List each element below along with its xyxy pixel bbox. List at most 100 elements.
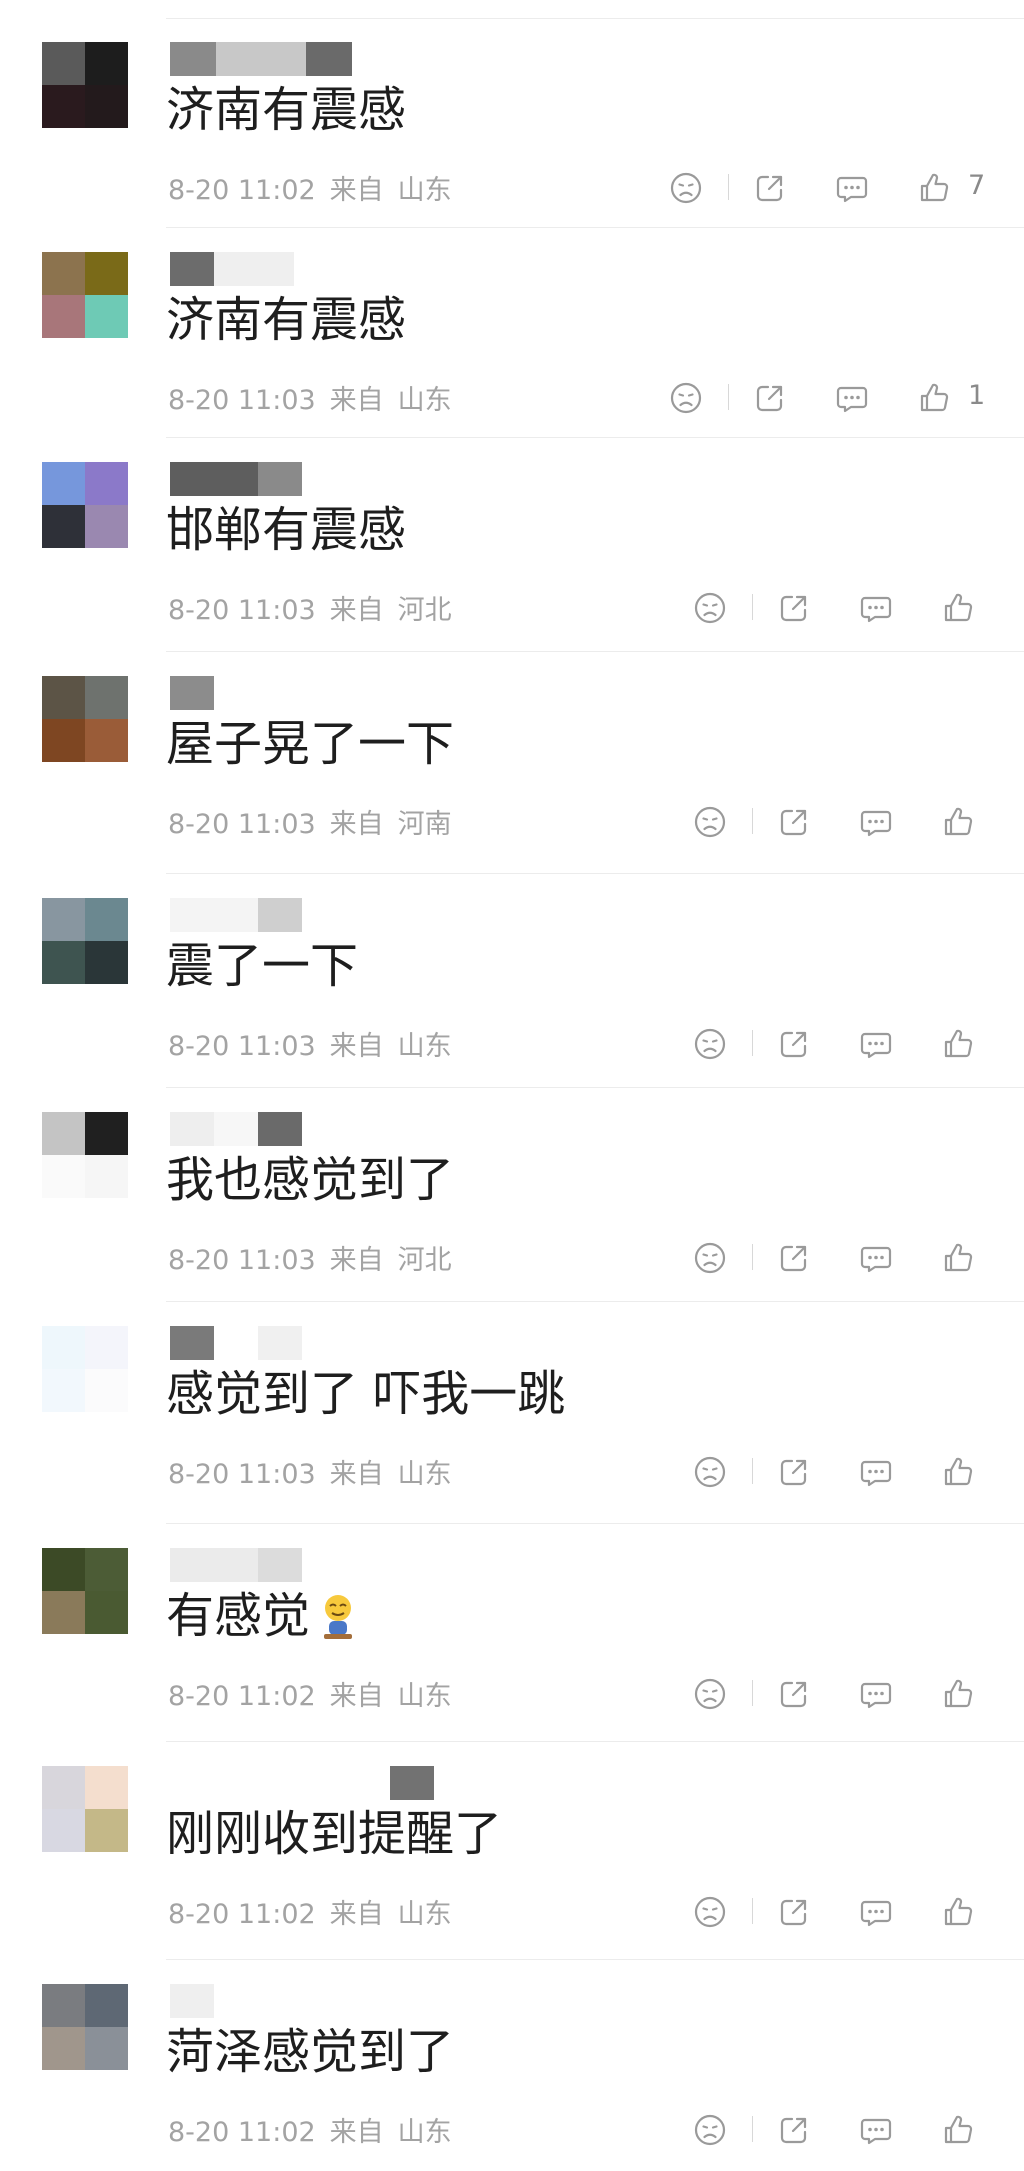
avatar[interactable] bbox=[42, 1326, 128, 1412]
avatar[interactable] bbox=[42, 898, 128, 984]
reply-icon[interactable] bbox=[856, 802, 896, 842]
username-blurred[interactable] bbox=[170, 1766, 434, 1800]
reply-icon[interactable] bbox=[856, 2110, 896, 2150]
avatar[interactable] bbox=[42, 676, 128, 762]
like-icon[interactable] bbox=[938, 1238, 978, 1278]
like-icon[interactable] bbox=[938, 1892, 978, 1932]
avatar-tile bbox=[42, 1112, 85, 1155]
share-icon[interactable] bbox=[774, 802, 814, 842]
dislike-icon[interactable] bbox=[666, 168, 706, 208]
avatar-tile bbox=[42, 1809, 85, 1852]
reply-icon[interactable] bbox=[856, 588, 896, 628]
avatar-tile bbox=[42, 1591, 85, 1634]
share-icon[interactable] bbox=[750, 378, 790, 418]
reply-icon[interactable] bbox=[856, 1892, 896, 1932]
username-blur-block bbox=[170, 1984, 214, 2018]
divider bbox=[752, 1898, 753, 1924]
username-blurred[interactable] bbox=[170, 252, 294, 286]
comment-item: 我也感觉到了 8-20 11:03 来自 河北 bbox=[0, 1088, 1024, 1302]
avatar[interactable] bbox=[42, 1766, 128, 1852]
comment-location: 山东 bbox=[397, 385, 452, 416]
like-icon[interactable] bbox=[938, 802, 978, 842]
reply-icon[interactable] bbox=[856, 1452, 896, 1492]
like-icon[interactable] bbox=[938, 1452, 978, 1492]
reply-icon[interactable] bbox=[856, 1674, 896, 1714]
comment-location: 河北 bbox=[397, 1245, 452, 1276]
share-icon[interactable] bbox=[774, 1024, 814, 1064]
dislike-icon[interactable] bbox=[690, 588, 730, 628]
avatar-tile bbox=[85, 898, 128, 941]
comment-location: 河北 bbox=[397, 595, 452, 626]
username-blur-block bbox=[258, 898, 302, 932]
reply-icon[interactable] bbox=[832, 378, 872, 418]
share-icon[interactable] bbox=[774, 1238, 814, 1278]
avatar-tile bbox=[85, 1155, 128, 1198]
avatar[interactable] bbox=[42, 42, 128, 128]
avatar[interactable] bbox=[42, 1548, 128, 1634]
username-blurred[interactable] bbox=[170, 676, 214, 710]
source-label: 来自 bbox=[329, 595, 384, 626]
avatar-tile bbox=[42, 676, 85, 719]
like-icon[interactable] bbox=[938, 2110, 978, 2150]
avatar[interactable] bbox=[42, 1984, 128, 2070]
comment-meta: 8-20 11:03 来自 山东 bbox=[168, 378, 452, 417]
comment-location: 山东 bbox=[397, 1459, 452, 1490]
like-icon[interactable] bbox=[914, 168, 954, 208]
comment-text: 济南有震感 bbox=[166, 292, 407, 348]
dislike-icon[interactable] bbox=[690, 1674, 730, 1714]
avatar[interactable] bbox=[42, 1112, 128, 1198]
avatar[interactable] bbox=[42, 252, 128, 338]
comment-location: 山东 bbox=[397, 1031, 452, 1062]
dislike-icon[interactable] bbox=[690, 1024, 730, 1064]
like-icon[interactable] bbox=[938, 1024, 978, 1064]
comment-text: 感觉到了 吓我一跳 bbox=[166, 1366, 566, 1422]
divider bbox=[752, 1030, 753, 1056]
username-blurred[interactable] bbox=[170, 42, 352, 76]
reply-icon[interactable] bbox=[832, 168, 872, 208]
avatar[interactable] bbox=[42, 462, 128, 548]
comment-date: 8-20 11:02 bbox=[168, 175, 316, 206]
dislike-icon[interactable] bbox=[690, 1452, 730, 1492]
username-blurred[interactable] bbox=[170, 1112, 302, 1146]
source-label: 来自 bbox=[329, 385, 384, 416]
like-icon[interactable] bbox=[914, 378, 954, 418]
reply-icon[interactable] bbox=[856, 1238, 896, 1278]
share-icon[interactable] bbox=[774, 1674, 814, 1714]
comment-date: 8-20 11:02 bbox=[168, 1681, 316, 1712]
username-blurred[interactable] bbox=[170, 1326, 302, 1360]
username-blurred[interactable] bbox=[170, 462, 302, 496]
share-icon[interactable] bbox=[774, 1452, 814, 1492]
emoji-icon bbox=[316, 1590, 360, 1640]
username-blur-block bbox=[258, 462, 302, 496]
divider bbox=[752, 1680, 753, 1706]
like-icon[interactable] bbox=[938, 1674, 978, 1714]
dislike-icon[interactable] bbox=[690, 1892, 730, 1932]
comment-date: 8-20 11:02 bbox=[168, 1899, 316, 1930]
username-blurred[interactable] bbox=[170, 1984, 214, 2018]
avatar-tile bbox=[85, 1369, 128, 1412]
comment-actions bbox=[690, 1452, 1006, 1492]
share-icon[interactable] bbox=[774, 2110, 814, 2150]
username-blurred[interactable] bbox=[170, 898, 302, 932]
comment-meta: 8-20 11:02 来自 山东 bbox=[168, 168, 452, 207]
source-label: 来自 bbox=[329, 1899, 384, 1930]
username-blur-block bbox=[390, 1766, 434, 1800]
share-icon[interactable] bbox=[774, 1892, 814, 1932]
username-blurred[interactable] bbox=[170, 1548, 302, 1582]
comment-text: 邯郸有震感 bbox=[166, 502, 407, 558]
share-icon[interactable] bbox=[774, 588, 814, 628]
dislike-icon[interactable] bbox=[690, 1238, 730, 1278]
dislike-icon[interactable] bbox=[666, 378, 706, 418]
comment-actions bbox=[690, 1238, 1006, 1278]
dislike-icon[interactable] bbox=[690, 2110, 730, 2150]
avatar-tile bbox=[42, 2027, 85, 2070]
dislike-icon[interactable] bbox=[690, 802, 730, 842]
username-blur-block bbox=[170, 1112, 214, 1146]
share-icon[interactable] bbox=[750, 168, 790, 208]
comment-item: 屋子晃了一下 8-20 11:03 来自 河南 bbox=[0, 652, 1024, 874]
avatar-tile bbox=[85, 462, 128, 505]
comment-location: 山东 bbox=[397, 1681, 452, 1712]
like-icon[interactable] bbox=[938, 588, 978, 628]
reply-icon[interactable] bbox=[856, 1024, 896, 1064]
avatar-tile bbox=[42, 898, 85, 941]
